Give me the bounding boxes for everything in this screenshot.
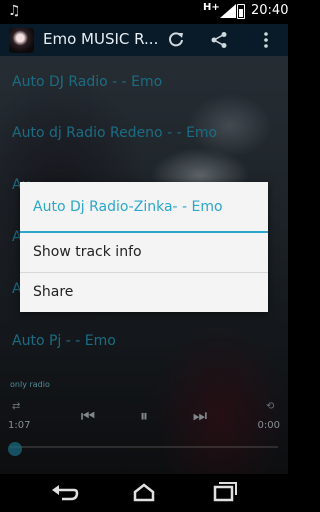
option-label: Share (33, 284, 74, 300)
app-bar: Emo MUSIC R... (0, 24, 288, 56)
overflow-menu-icon[interactable] (254, 28, 278, 52)
refresh-icon[interactable] (164, 28, 188, 52)
show-track-info-option[interactable]: Show track info (20, 234, 268, 272)
navigation-bar (0, 474, 288, 512)
context-menu-dialog: Auto Dj Radio-Zinka- - Emo Show track in… (20, 182, 268, 312)
dialog-title: Auto Dj Radio-Zinka- - Emo (33, 199, 223, 215)
clock: 20:40 (251, 3, 289, 18)
app-title: Emo MUSIC R... (43, 30, 159, 48)
option-divider (20, 272, 268, 273)
status-bar: ♫ H+ 20:40 (0, 0, 288, 24)
music-note-icon: ♫ (8, 3, 21, 19)
recent-apps-icon[interactable] (209, 480, 239, 506)
share-option[interactable]: Share (20, 274, 268, 312)
network-type: H+ (203, 2, 220, 13)
share-icon[interactable] (207, 28, 231, 52)
dialog-divider (20, 231, 268, 233)
app-logo[interactable] (9, 28, 34, 53)
option-label: Show track info (33, 244, 142, 260)
back-icon[interactable] (50, 480, 80, 506)
battery-icon (237, 4, 245, 19)
signal-icon (220, 4, 236, 18)
home-icon[interactable] (129, 480, 159, 506)
